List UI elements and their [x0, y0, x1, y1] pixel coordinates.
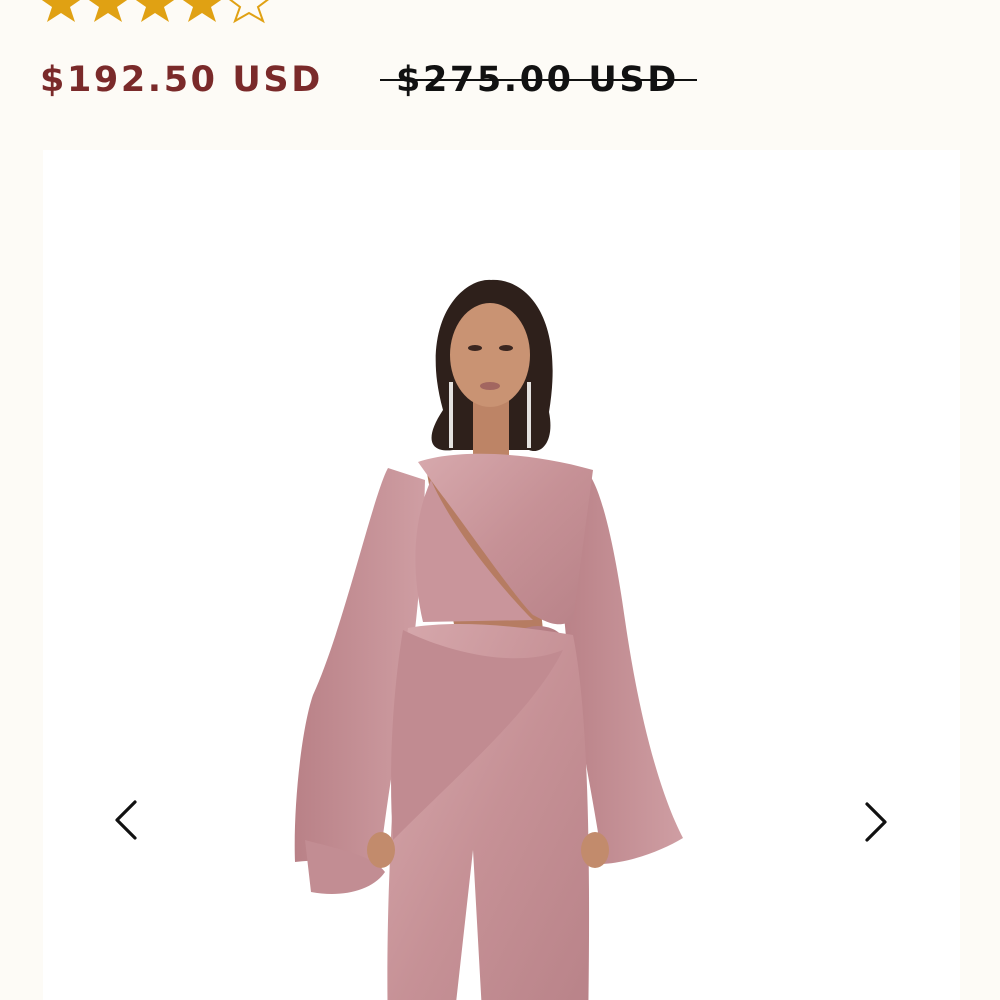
sale-price: $192.50 USD — [40, 60, 323, 100]
product-photo — [294, 279, 683, 1000]
previous-image-button[interactable] — [107, 796, 147, 844]
compare-at-price: $275.00 USD — [380, 52, 697, 108]
next-image-button[interactable] — [855, 798, 895, 846]
product-page: $192.50 USD $275.00 USD — [0, 0, 1000, 1000]
star-empty-icon — [226, 0, 272, 24]
star-filled-icon — [132, 0, 178, 24]
chevron-left-icon — [115, 800, 137, 840]
product-image-gallery[interactable] — [43, 150, 960, 1000]
star-filled-icon — [38, 0, 84, 24]
price-row: $192.50 USD $275.00 USD — [40, 52, 697, 108]
chevron-right-icon — [865, 802, 887, 842]
star-rating — [38, 0, 272, 24]
star-filled-icon — [179, 0, 225, 24]
strikethrough-line — [380, 79, 697, 81]
star-filled-icon — [85, 0, 131, 24]
